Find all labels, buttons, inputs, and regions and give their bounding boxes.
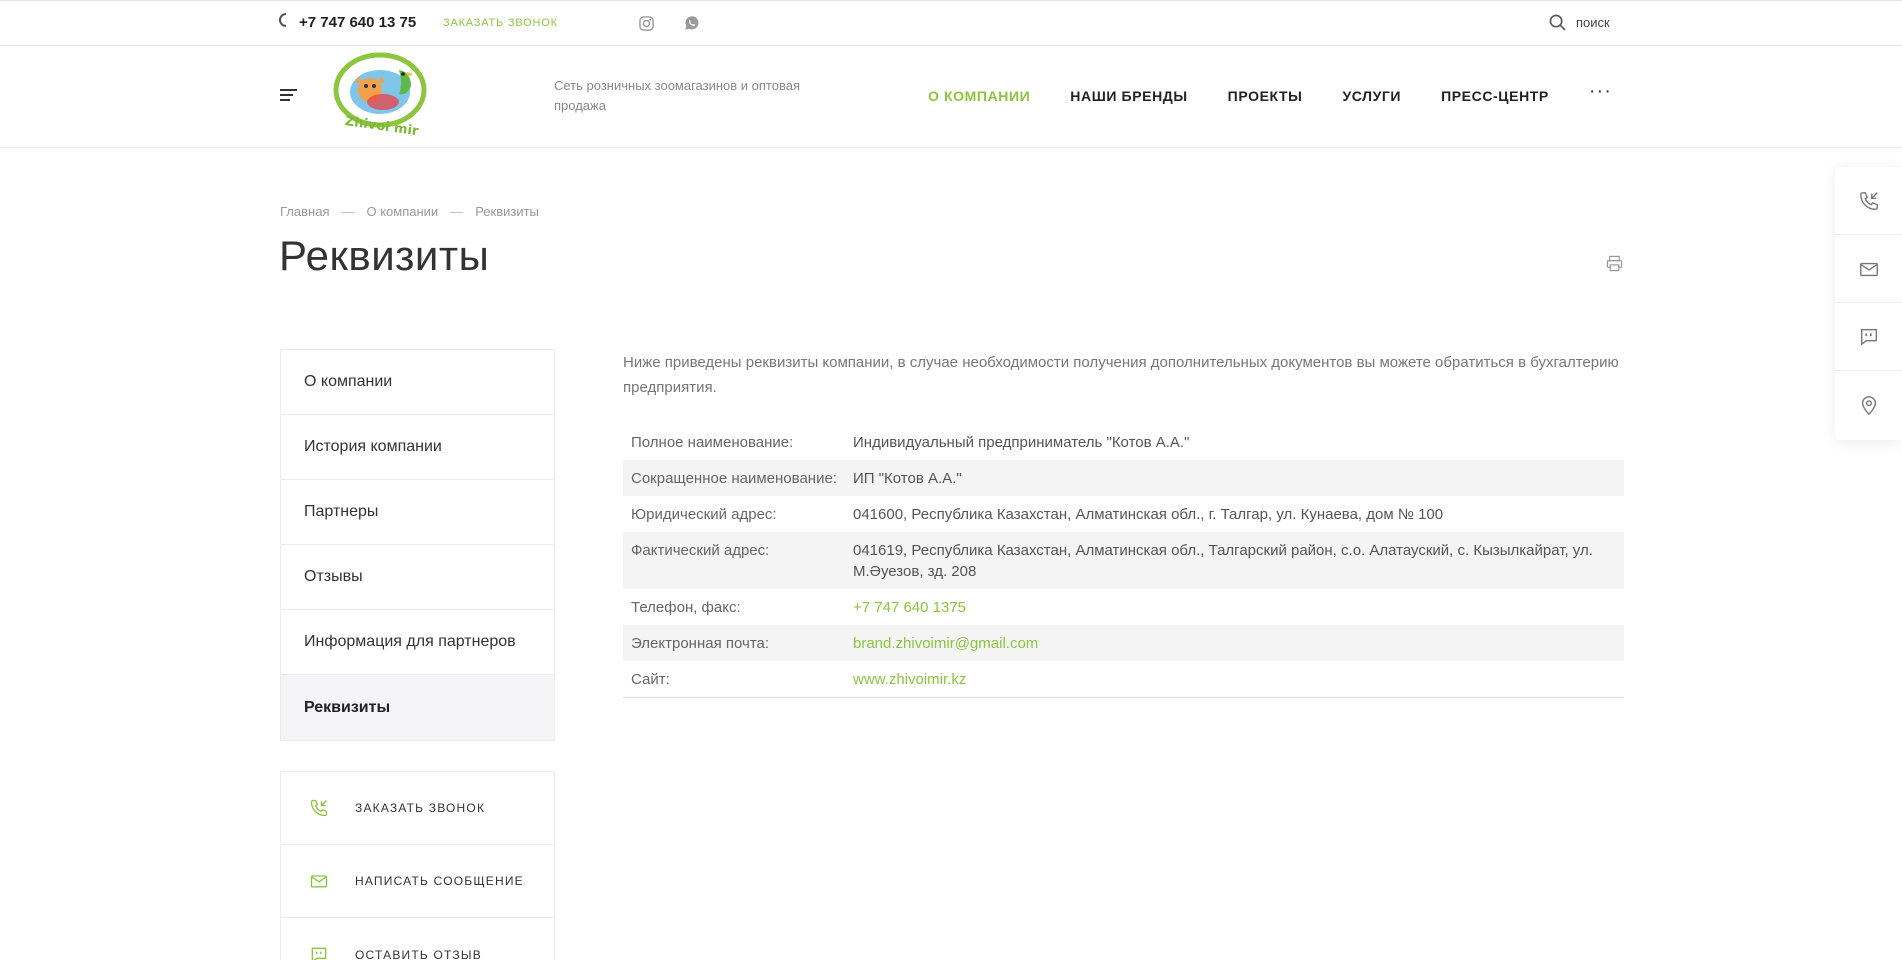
review-chat-icon [1860, 328, 1877, 345]
table-row: Полное наименование: Индивидуальный пред… [623, 424, 1624, 460]
table-row: Телефон, факс: +7 747 640 1375 [623, 589, 1624, 625]
side-menu-item-partners[interactable]: Партнеры [281, 480, 554, 545]
review-chat-icon [311, 947, 327, 960]
side-menu-item-about[interactable]: О компании [281, 350, 554, 415]
burger-menu-icon[interactable] [280, 89, 297, 103]
site-tagline: Сеть розничных зоомагазинов и оптовая пр… [554, 78, 800, 113]
search-label: поиск [1576, 15, 1610, 30]
requisite-phone-link[interactable]: +7 747 640 1375 [853, 599, 966, 616]
write-message-button[interactable]: НАПИСАТЬ СООБЩЕНИЕ [281, 845, 554, 918]
envelope-icon [310, 875, 328, 888]
breadcrumb-current: Реквизиты [475, 204, 539, 219]
phone-icon [279, 13, 286, 27]
side-actions-panel: ЗАКАЗАТЬ ЗВОНОК НАПИСАТЬ СООБЩЕНИЕ ОСТАВ… [280, 771, 555, 960]
breadcrumb-home[interactable]: Главная [280, 204, 329, 219]
page-title: Реквизиты [279, 232, 490, 279]
callback-link[interactable]: ЗАКАЗАТЬ ЗВОНОК [443, 17, 558, 29]
requisite-label: Фактический адрес: [623, 532, 845, 589]
main-nav: О КОМПАНИИ НАШИ БРЕНДЫ ПРОЕКТЫ УСЛУГИ ПР… [928, 80, 1612, 105]
widget-location-button[interactable] [1835, 371, 1902, 439]
side-menu-item-reviews[interactable]: Отзывы [281, 545, 554, 610]
envelope-icon [1859, 262, 1878, 276]
order-call-button[interactable]: ЗАКАЗАТЬ ЗВОНОК [281, 772, 554, 845]
instagram-icon[interactable] [639, 16, 654, 31]
breadcrumb-about[interactable]: О компании [366, 204, 438, 219]
widget-message-button[interactable] [1835, 235, 1902, 303]
print-icon[interactable] [1606, 255, 1623, 272]
requisite-value: Индивидуальный предприниматель "Котов А.… [853, 434, 1190, 451]
table-row: Сокращенное наименование: ИП "Котов А.А.… [623, 460, 1624, 496]
section-side-menu: О компании История компании Партнеры Отз… [280, 349, 555, 741]
table-row: Фактический адрес: 041619, Республика Ка… [623, 532, 1624, 589]
side-menu-item-partner-info[interactable]: Информация для партнеров [281, 610, 554, 675]
widget-callback-button[interactable] [1835, 167, 1902, 235]
requisite-label: Юридический адрес: [631, 506, 777, 523]
requisite-value: 041619, Республика Казахстан, Алматинска… [845, 532, 1624, 589]
requisite-label: Сокращенное наименование: [623, 460, 845, 496]
nav-item-press-center[interactable]: ПРЕСС-ЦЕНТР [1441, 88, 1549, 104]
nav-more-icon[interactable]: ··· [1589, 80, 1612, 103]
search-icon [1549, 14, 1566, 31]
order-call-label: ЗАКАЗАТЬ ЗВОНОК [355, 801, 486, 815]
nav-item-about[interactable]: О КОМПАНИИ [928, 88, 1030, 104]
floating-contact-widget [1835, 167, 1902, 440]
write-message-label: НАПИСАТЬ СООБЩЕНИЕ [355, 874, 524, 888]
breadcrumb-separator: — [450, 204, 464, 219]
requisite-value: ИП "Котов А.А." [845, 460, 1624, 496]
requisite-label: Телефон, факс: [631, 599, 741, 616]
requisite-value: 041600, Республика Казахстан, Алматинска… [853, 506, 1444, 523]
phone-callback-icon [310, 799, 328, 817]
phone-callback-icon [1859, 191, 1878, 210]
top-bar: +7 747 640 13 75 ЗАКАЗАТЬ ЗВОНОК поиск [0, 0, 1902, 46]
requisite-label: Электронная почта: [623, 625, 845, 661]
requisite-site-link[interactable]: www.zhivoimir.kz [853, 671, 966, 688]
main-header: Zhivoi mir Сеть розничных зоомагазинов и… [0, 46, 1902, 148]
leave-review-button[interactable]: ОСТАВИТЬ ОТЗЫВ [281, 918, 554, 960]
header-phone-link[interactable]: +7 747 640 13 75 [299, 14, 416, 31]
requisite-email-link[interactable]: brand.zhivoimir@gmail.com [853, 635, 1038, 652]
requisites-table: Полное наименование: Индивидуальный пред… [623, 424, 1624, 698]
side-menu-item-requisites[interactable]: Реквизиты [281, 675, 554, 740]
nav-item-projects[interactable]: ПРОЕКТЫ [1228, 88, 1303, 104]
search-button[interactable]: поиск [1549, 14, 1610, 31]
nav-item-brands[interactable]: НАШИ БРЕНДЫ [1070, 88, 1187, 104]
site-logo[interactable]: Zhivoi mir [333, 52, 429, 136]
requisite-label: Сайт: [623, 661, 845, 698]
breadcrumb-separator: — [341, 204, 355, 219]
location-pin-icon [1861, 396, 1876, 416]
table-row: Юридический адрес: 041600, Республика Ка… [623, 496, 1624, 532]
widget-review-button[interactable] [1835, 303, 1902, 371]
nav-item-services[interactable]: УСЛУГИ [1342, 88, 1401, 104]
requisite-label: Полное наименование: [631, 434, 794, 451]
requisites-intro-text: Ниже приведены реквизиты компании, в слу… [623, 354, 1619, 396]
leave-review-label: ОСТАВИТЬ ОТЗЫВ [355, 947, 482, 960]
breadcrumb: Главная — О компании — Реквизиты [280, 204, 539, 219]
table-row: Электронная почта: brand.zhivoimir@gmail… [623, 625, 1624, 661]
table-row: Сайт: www.zhivoimir.kz [623, 661, 1624, 698]
side-menu-item-history[interactable]: История компании [281, 415, 554, 480]
whatsapp-icon[interactable] [684, 15, 700, 31]
